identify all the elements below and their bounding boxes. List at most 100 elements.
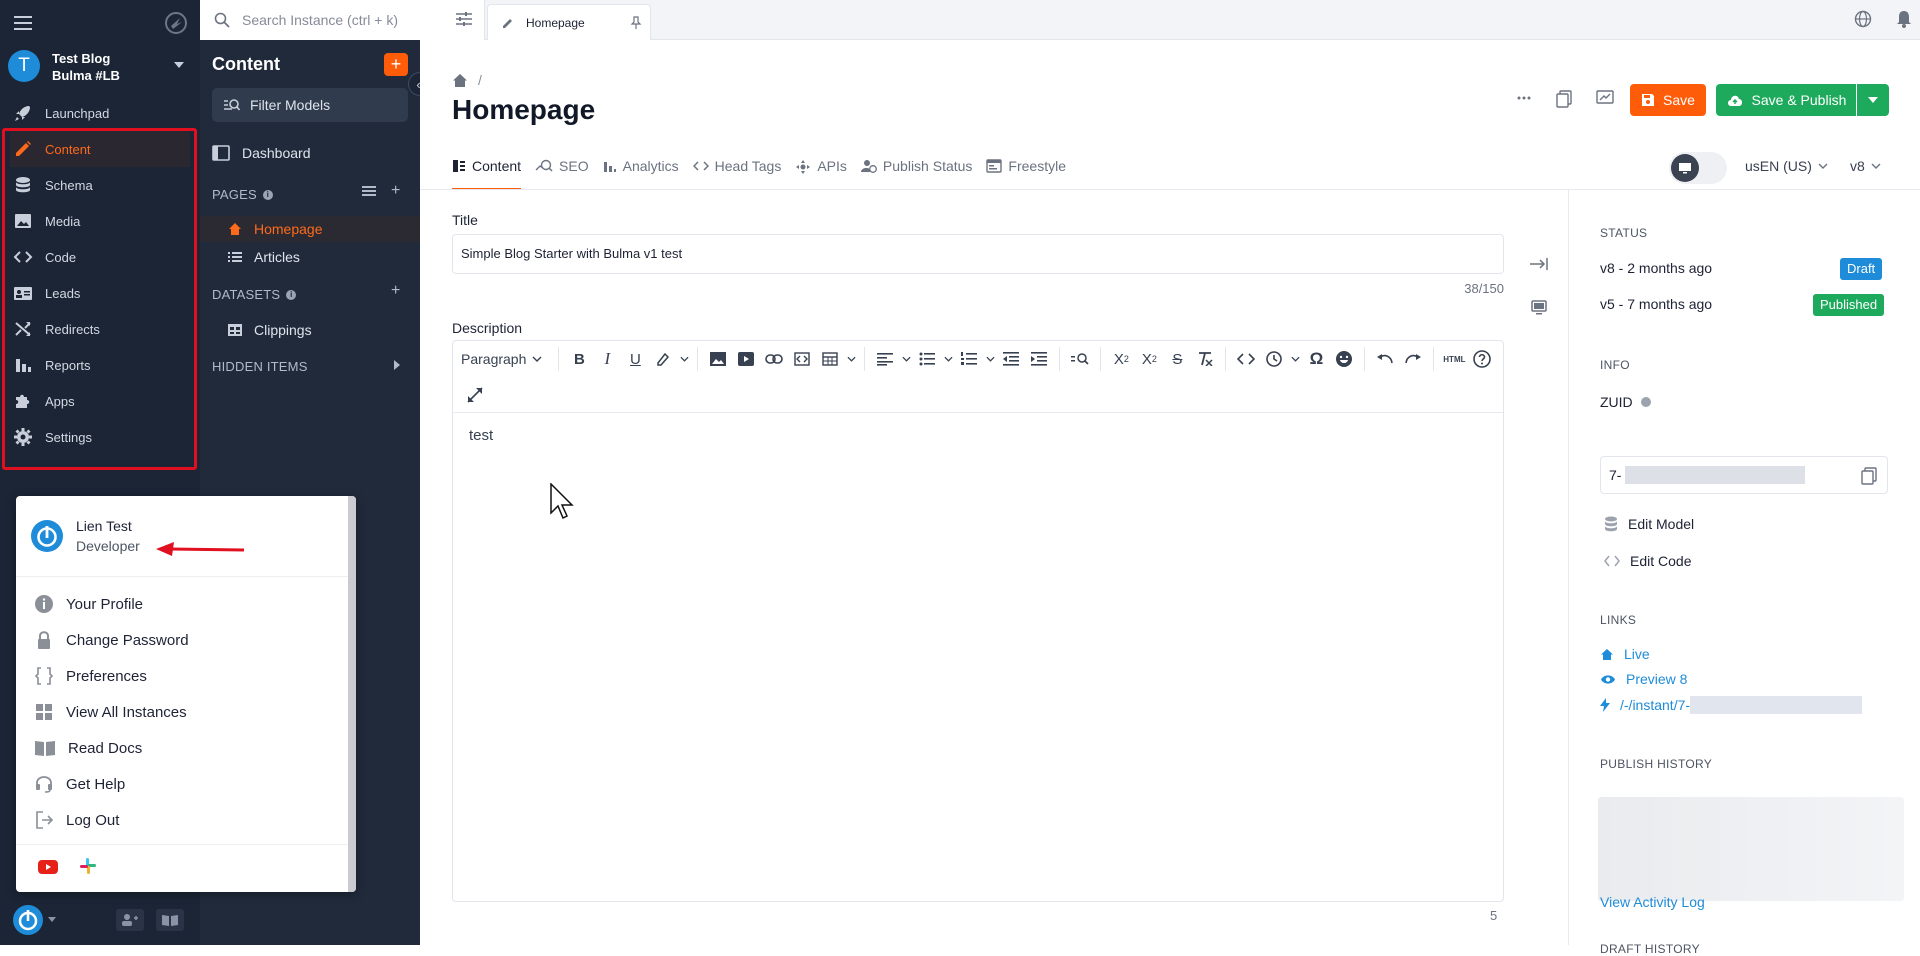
- tab-freestyle[interactable]: Freestyle: [986, 156, 1066, 190]
- menu-item-get-help[interactable]: Get Help: [34, 774, 125, 794]
- chevron-down-icon[interactable]: [1288, 345, 1302, 373]
- filter-models-input[interactable]: Filter Models: [212, 88, 408, 122]
- team-icon[interactable]: [116, 909, 144, 931]
- edit-code-link[interactable]: Edit Code: [1604, 553, 1691, 569]
- menu-icon[interactable]: [14, 14, 34, 32]
- tab-analytics[interactable]: Analytics: [603, 156, 679, 190]
- view-activity-log-link[interactable]: View Activity Log: [1600, 894, 1705, 910]
- grid-icon: [34, 702, 66, 722]
- home-icon[interactable]: [452, 73, 468, 88]
- underline-icon[interactable]: U: [621, 345, 649, 373]
- chevron-down-icon[interactable]: [677, 345, 691, 373]
- menu-item-your-profile[interactable]: Your Profile: [34, 594, 143, 614]
- help-icon[interactable]: [1468, 345, 1496, 373]
- tab-apis[interactable]: APIs: [795, 156, 847, 190]
- globe-icon[interactable]: [1854, 10, 1872, 28]
- insert-video-icon[interactable]: [732, 345, 760, 373]
- editor-body[interactable]: test: [469, 427, 493, 444]
- zuid-field[interactable]: 7-: [1600, 456, 1888, 494]
- sidebar-item-homepage[interactable]: Homepage: [228, 221, 323, 237]
- tune-icon[interactable]: [456, 12, 472, 26]
- annotation-arrow: [156, 540, 246, 560]
- search-input[interactable]: Search Instance (ctrl + k): [200, 0, 485, 40]
- redo-icon[interactable]: [1399, 345, 1427, 373]
- tab-publish-status[interactable]: Publish Status: [860, 156, 972, 190]
- monitor-icon[interactable]: [1531, 300, 1547, 316]
- undo-icon[interactable]: [1371, 345, 1399, 373]
- language-select[interactable]: usEN (US): [1745, 158, 1828, 174]
- tab-seo[interactable]: SEO: [535, 156, 589, 190]
- chevron-down-icon[interactable]: [983, 345, 997, 373]
- subscript-icon[interactable]: X2: [1135, 345, 1163, 373]
- list-view-icon[interactable]: [362, 185, 376, 197]
- strikethrough-icon[interactable]: S: [1163, 345, 1191, 373]
- menu-item-preferences[interactable]: Preferences: [34, 666, 147, 686]
- italic-icon[interactable]: I: [593, 345, 621, 373]
- title-field[interactable]: Simple Blog Starter with Bulma v1 test: [452, 234, 1504, 274]
- menu-item-log-out[interactable]: Log Out: [34, 810, 119, 830]
- instant-link[interactable]: /-/instant/7-: [1600, 696, 1863, 714]
- bullet-list-icon[interactable]: [913, 345, 941, 373]
- add-content-button[interactable]: +: [384, 53, 408, 76]
- add-page-icon[interactable]: +: [391, 182, 400, 200]
- more-icon[interactable]: [1516, 90, 1532, 106]
- paragraph-format-select[interactable]: Paragraph: [461, 351, 542, 367]
- device-preview-toggle[interactable]: [1669, 152, 1727, 184]
- docs-icon[interactable]: [156, 909, 184, 931]
- chevron-down-icon[interactable]: [844, 345, 858, 373]
- duplicate-icon[interactable]: [1556, 90, 1572, 108]
- save-and-publish-button[interactable]: Save & Publish: [1716, 84, 1856, 116]
- publish-options-dropdown[interactable]: [1857, 84, 1889, 116]
- clock-icon[interactable]: [1260, 345, 1288, 373]
- embed-code-icon[interactable]: [788, 345, 816, 373]
- nav-launchpad[interactable]: Launchpad: [10, 95, 190, 131]
- menu-item-read-docs[interactable]: Read Docs: [34, 738, 142, 758]
- find-replace-icon[interactable]: [1066, 345, 1094, 373]
- copy-icon[interactable]: [1861, 467, 1877, 485]
- insert-image-icon[interactable]: [704, 345, 732, 373]
- scrollbar[interactable]: [348, 496, 356, 892]
- outdent-icon[interactable]: [997, 345, 1025, 373]
- preview-link[interactable]: Preview 8: [1600, 671, 1687, 687]
- bold-icon[interactable]: B: [565, 345, 593, 373]
- emoji-icon[interactable]: [1330, 345, 1358, 373]
- caret-down-icon[interactable]: [48, 917, 56, 922]
- chevron-down-icon[interactable]: [899, 345, 913, 373]
- save-button[interactable]: Save: [1630, 84, 1706, 116]
- indent-icon[interactable]: [1025, 345, 1053, 373]
- special-character-icon[interactable]: Ω: [1302, 345, 1330, 373]
- sidebar-item-articles[interactable]: Articles: [228, 249, 300, 265]
- superscript-icon[interactable]: X2: [1107, 345, 1135, 373]
- align-left-icon[interactable]: [871, 345, 899, 373]
- preview-icon[interactable]: [1596, 90, 1614, 106]
- numbered-list-icon[interactable]: [955, 345, 983, 373]
- menu-item-change-password[interactable]: Change Password: [34, 630, 189, 650]
- add-dataset-icon[interactable]: +: [391, 282, 400, 300]
- edit-model-link[interactable]: Edit Model: [1604, 516, 1694, 532]
- source-code-icon[interactable]: [1232, 345, 1260, 373]
- expand-arrow-icon[interactable]: [1530, 258, 1548, 270]
- tab-content[interactable]: Content: [452, 156, 522, 190]
- table-icon[interactable]: [816, 345, 844, 373]
- tab-head-tags[interactable]: Head Tags: [692, 156, 781, 190]
- live-link[interactable]: Live: [1600, 646, 1650, 662]
- insert-link-icon[interactable]: [760, 345, 788, 373]
- fullscreen-icon[interactable]: [461, 381, 489, 409]
- sidebar-item-clippings[interactable]: Clippings: [228, 322, 312, 338]
- youtube-icon[interactable]: [38, 860, 58, 874]
- hidden-items-header[interactable]: HIDDEN ITEMS: [212, 359, 308, 374]
- user-avatar[interactable]: [12, 904, 44, 936]
- bell-icon[interactable]: [1896, 10, 1912, 28]
- clear-formatting-icon[interactable]: [1191, 345, 1219, 373]
- highlight-color-icon[interactable]: [649, 345, 677, 373]
- slack-icon[interactable]: [79, 857, 97, 875]
- pin-icon[interactable]: [630, 16, 642, 30]
- caret-right-icon[interactable]: [394, 360, 400, 370]
- version-select[interactable]: v8: [1850, 158, 1881, 174]
- instance-switcher[interactable]: T Test Blog Bulma #LB: [8, 50, 184, 84]
- html-source-icon[interactable]: HTML: [1440, 345, 1468, 373]
- menu-item-view-all-instances[interactable]: View All Instances: [34, 702, 187, 722]
- open-tab-homepage[interactable]: Homepage: [487, 4, 651, 40]
- chevron-down-icon[interactable]: [941, 345, 955, 373]
- sidebar-item-dashboard[interactable]: Dashboard: [212, 144, 311, 162]
